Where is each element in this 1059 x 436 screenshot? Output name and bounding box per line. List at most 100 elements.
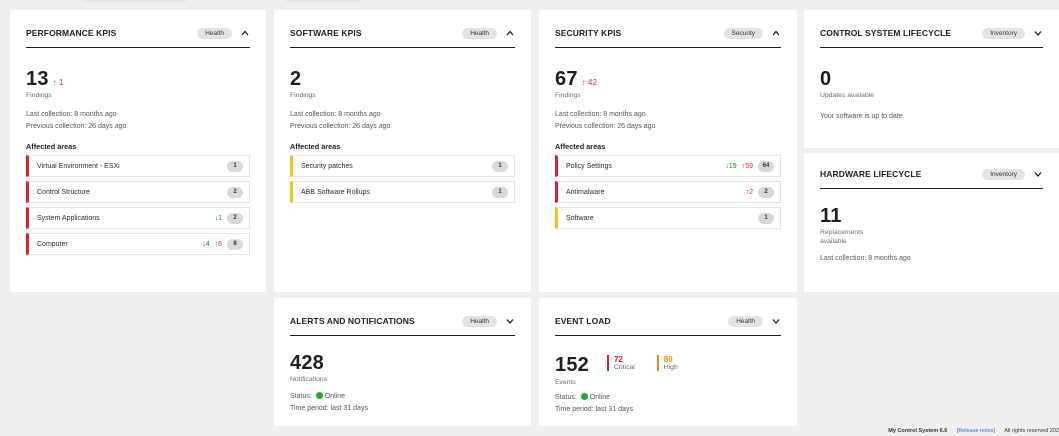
card-title: SECURITY KPIS bbox=[555, 28, 622, 38]
findings-count: 67 bbox=[555, 68, 578, 90]
replacements-label: Replacements bbox=[820, 229, 864, 236]
title-divider bbox=[555, 47, 781, 48]
control-system-lifecycle-card: CONTROL SYSTEM LIFECYCLE Inventory 0 Upd… bbox=[804, 10, 1059, 148]
notifications-label: Notifications bbox=[290, 376, 328, 383]
area-count: 64 bbox=[758, 160, 774, 172]
chevron-up-icon[interactable] bbox=[240, 28, 250, 38]
area-count: 1 bbox=[227, 160, 243, 172]
status-label: Status: bbox=[290, 393, 312, 400]
card-title: CONTROL SYSTEM LIFECYCLE bbox=[820, 28, 952, 38]
area-count: 8 bbox=[227, 238, 243, 250]
category-badge: Inventory bbox=[982, 168, 1025, 180]
trend-up: ↑2 bbox=[745, 188, 753, 196]
category-badge: Health bbox=[462, 27, 497, 39]
affected-areas-title: Affected areas bbox=[26, 142, 77, 151]
area-label: Virtual Environment - ESXi bbox=[37, 162, 120, 170]
area-count: 2 bbox=[758, 186, 774, 198]
trend-up: ↑6 bbox=[214, 240, 222, 248]
area-label: Computer bbox=[37, 240, 68, 248]
software-kpis-card: SOFTWARE KPIS Health 2 Findings Last col… bbox=[274, 10, 531, 292]
area-item[interactable]: Software 1 bbox=[555, 207, 781, 229]
status-value: Online bbox=[589, 394, 610, 401]
trend-down: ↓1 bbox=[214, 214, 222, 222]
top-tab-stub bbox=[82, 0, 186, 2]
category-badge: Health bbox=[462, 315, 497, 327]
previous-collection: Previous collection: 26 days ago bbox=[26, 123, 127, 130]
title-divider bbox=[555, 335, 781, 336]
product-version: My Control System 6.6 bbox=[888, 428, 948, 434]
status-line: Status: Online bbox=[555, 392, 781, 404]
alerts-notifications-card: ALERTS AND NOTIFICATIONS Health 428 Noti… bbox=[274, 298, 531, 426]
area-item[interactable]: System Applications ↓1 2 bbox=[26, 207, 250, 229]
area-label: Software bbox=[566, 214, 594, 222]
status-value: Online bbox=[324, 393, 345, 400]
title-divider bbox=[290, 335, 515, 336]
area-label: Policy Settings bbox=[566, 162, 612, 170]
area-item[interactable]: Computer ↓4 ↑6 8 bbox=[26, 233, 250, 255]
hardware-lifecycle-card: HARDWARE LIFECYCLE Inventory 11 Replacem… bbox=[804, 153, 1059, 292]
findings-label: Findings bbox=[26, 92, 52, 99]
online-status-icon bbox=[580, 393, 588, 400]
category-badge: Security bbox=[723, 27, 763, 39]
area-item[interactable]: ABB Software Rollups 1 bbox=[290, 181, 515, 203]
card-title: EVENT LOAD bbox=[555, 316, 611, 326]
time-period: Time period: last 31 days bbox=[555, 406, 633, 413]
chevron-up-icon[interactable] bbox=[505, 28, 515, 38]
notifications-count: 428 bbox=[290, 352, 324, 374]
critical-count: 72 bbox=[613, 355, 623, 364]
area-item[interactable]: Security patches 1 bbox=[290, 155, 515, 177]
critical-stat: 72 Critical bbox=[606, 355, 635, 371]
updates-count: 0 bbox=[820, 68, 832, 90]
chevron-down-icon[interactable] bbox=[1033, 169, 1043, 179]
replacements-label-2: available bbox=[820, 238, 847, 245]
trend-up: ↑ 1 bbox=[52, 78, 64, 87]
replacements-count: 11 bbox=[820, 205, 842, 227]
chevron-down-icon[interactable] bbox=[771, 316, 781, 326]
area-count: 1 bbox=[758, 212, 774, 224]
area-count: 1 bbox=[492, 160, 508, 172]
card-title: PERFORMANCE KPIS bbox=[26, 28, 117, 38]
card-title: HARDWARE LIFECYCLE bbox=[820, 169, 922, 179]
area-item[interactable]: Antimalware ↑2 2 bbox=[555, 181, 781, 203]
card-title: ALERTS AND NOTIFICATIONS bbox=[290, 316, 415, 326]
area-count: 1 bbox=[492, 186, 508, 198]
release-notes-link[interactable]: [Release notes] bbox=[957, 428, 995, 434]
updates-label: Updates available bbox=[820, 92, 875, 99]
trend-down: ↓4 bbox=[202, 240, 210, 248]
card-title: SOFTWARE KPIS bbox=[290, 28, 362, 38]
area-label: ABB Software Rollups bbox=[301, 188, 370, 196]
security-kpis-card: SECURITY KPIS Security 67 ↑ 42 Findings … bbox=[539, 10, 797, 292]
area-label: System Applications bbox=[37, 214, 100, 222]
status-line: Status: Online bbox=[290, 391, 515, 403]
previous-collection: Previous collection: 26 days ago bbox=[555, 123, 656, 130]
chevron-down-icon[interactable] bbox=[1033, 28, 1043, 38]
area-item[interactable]: Policy Settings ↓19 ↑59 64 bbox=[555, 155, 781, 177]
critical-label: Critical bbox=[613, 364, 635, 371]
copyright: All rights reserved 202 bbox=[1004, 428, 1059, 434]
title-divider bbox=[820, 188, 1043, 189]
chevron-down-icon[interactable] bbox=[505, 316, 515, 326]
area-label: Control Structure bbox=[37, 188, 90, 196]
event-load-card: EVENT LOAD Health 152 Events 72 Critical… bbox=[539, 298, 797, 426]
area-item[interactable]: Control Structure 2 bbox=[26, 181, 250, 203]
chevron-up-icon[interactable] bbox=[771, 28, 781, 38]
category-badge: Health bbox=[197, 27, 232, 39]
category-badge: Inventory bbox=[982, 27, 1025, 39]
up-to-date-note: Your software is up to date bbox=[820, 113, 903, 120]
high-stat: 80 High bbox=[656, 355, 678, 371]
findings-label: Findings bbox=[290, 92, 316, 99]
findings-count: 13 bbox=[26, 68, 49, 90]
findings-label: Findings bbox=[555, 92, 581, 99]
affected-areas-title: Affected areas bbox=[555, 142, 606, 151]
previous-collection: Previous collection: 26 days ago bbox=[290, 123, 391, 130]
events-count: 152 bbox=[555, 354, 589, 376]
high-label: High bbox=[663, 364, 678, 371]
status-label: Status: bbox=[555, 394, 577, 401]
area-count: 2 bbox=[227, 212, 243, 224]
last-collection: Last collection: 8 months ago bbox=[555, 111, 646, 118]
events-label: Events bbox=[555, 379, 576, 386]
last-collection: Last collection: 8 months ago bbox=[290, 111, 381, 118]
top-tab-stub bbox=[286, 0, 360, 2]
footer: My Control System 6.6 [Release notes] Al… bbox=[888, 428, 1059, 434]
area-item[interactable]: Virtual Environment - ESXi 1 bbox=[26, 155, 250, 177]
